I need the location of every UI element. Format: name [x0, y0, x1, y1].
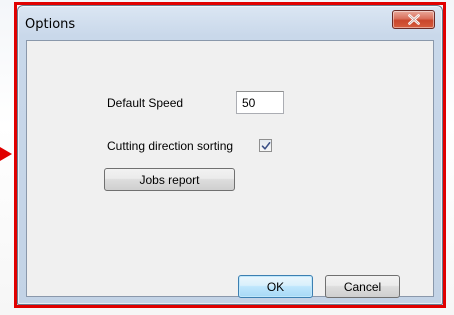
- annotation-arrow-icon: [0, 147, 12, 161]
- highlight-frame: [14, 2, 446, 308]
